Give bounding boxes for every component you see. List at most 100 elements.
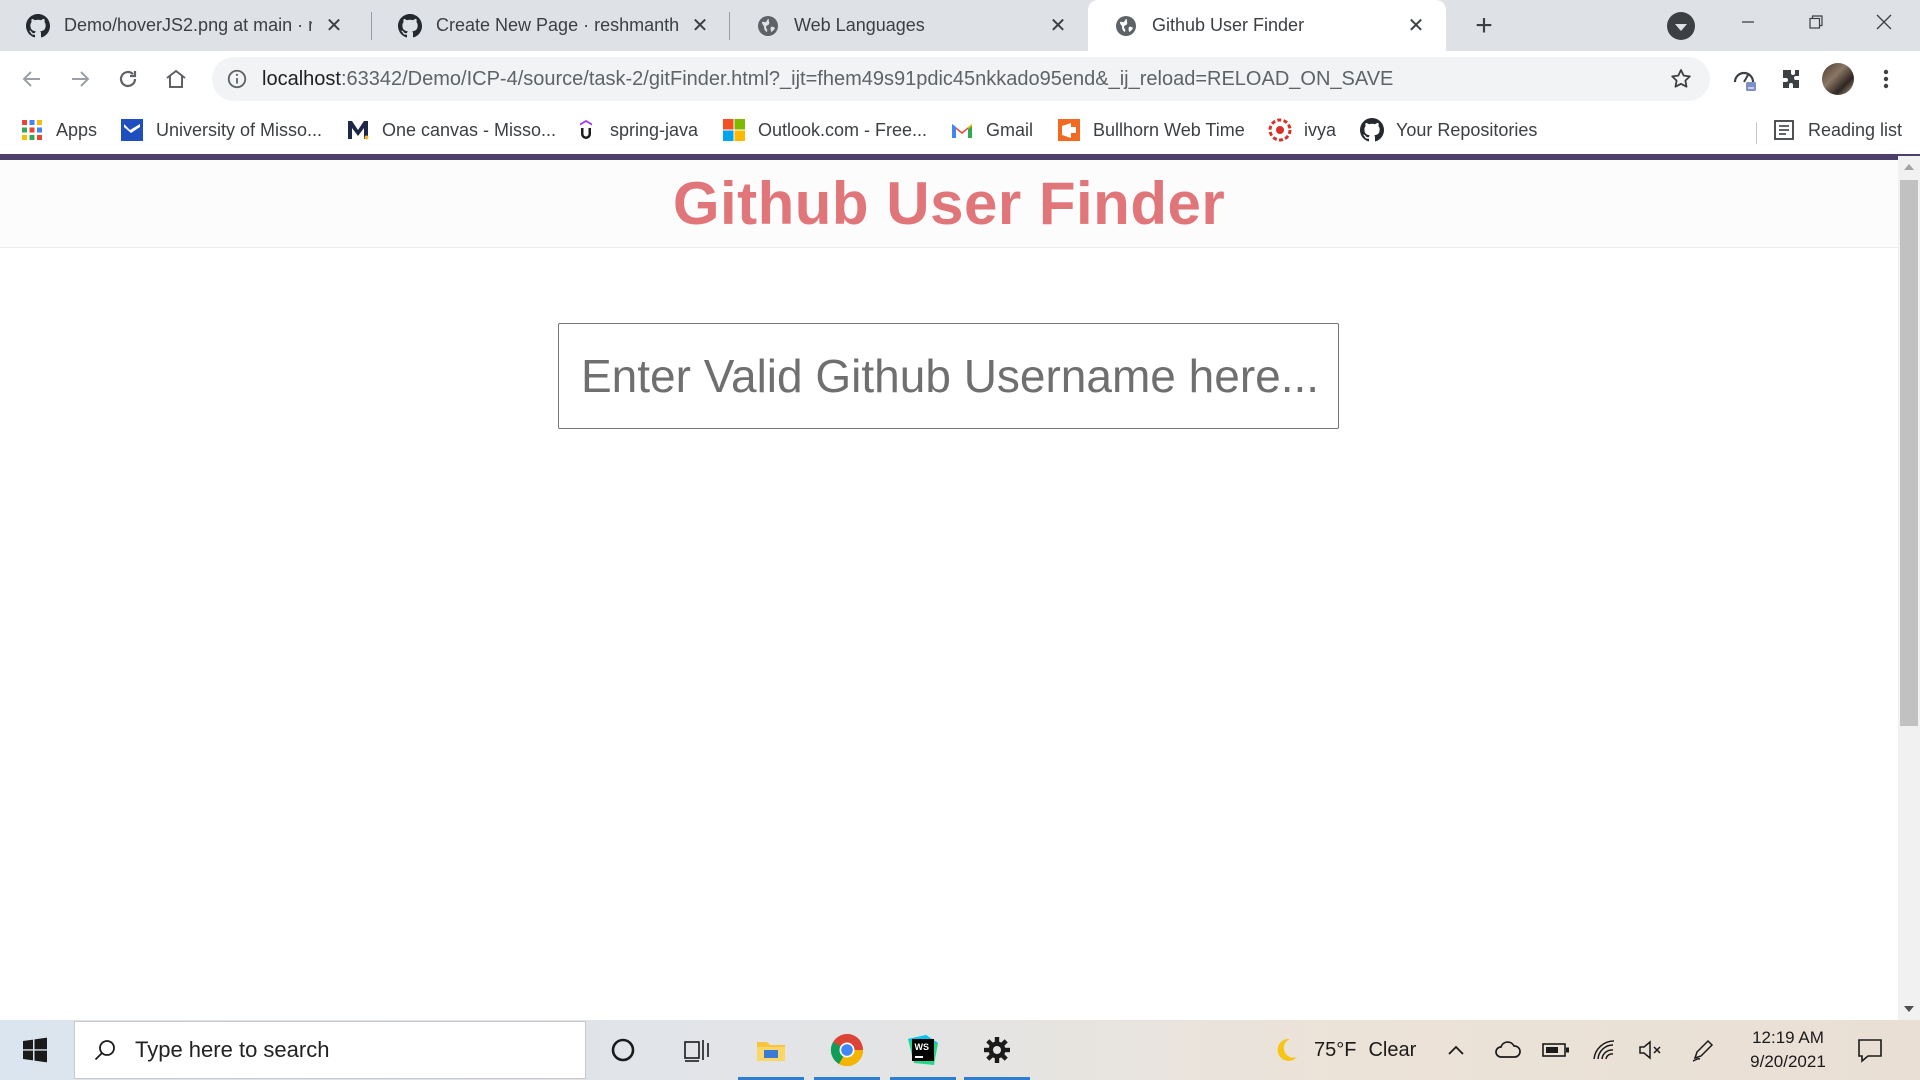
gauge-icon [1733, 71, 1756, 91]
arrow-left-icon [22, 71, 40, 87]
restore-button[interactable] [1782, 0, 1850, 44]
mizzou-icon [120, 118, 144, 142]
start-button[interactable] [0, 1020, 70, 1080]
folder-icon [757, 1042, 785, 1061]
pen-tray-icon[interactable] [1690, 1020, 1716, 1080]
windows-taskbar: Type here to search WS 75°F Clear 12:19 [0, 1020, 1920, 1080]
bookmark-outlook[interactable]: Outlook.com - Free... [722, 115, 927, 145]
extensions-button[interactable] [1771, 59, 1811, 99]
bullhorn-icon [1057, 118, 1081, 142]
tab-search-button[interactable] [1667, 12, 1695, 40]
url-host: localhost [262, 67, 341, 90]
settings-taskbar-button[interactable] [960, 1020, 1034, 1080]
taskbar-search-box[interactable]: Type here to search [74, 1021, 586, 1079]
volume-tray-icon[interactable] [1638, 1020, 1664, 1080]
bookmark-university-of-missouri[interactable]: University of Misso... [120, 115, 322, 145]
chrome-taskbar-button[interactable] [810, 1020, 884, 1080]
tab-github-user-finder[interactable]: Github User Finder ✕ [1088, 0, 1446, 51]
tab-web-languages[interactable]: Web Languages ✕ [730, 0, 1088, 51]
bookmark-ivya[interactable]: ivya [1268, 115, 1336, 145]
gear-icon [984, 1037, 1010, 1063]
globe-icon [1114, 14, 1138, 38]
bookmark-one-canvas[interactable]: One canvas - Misso... [346, 115, 556, 145]
pen-icon [1692, 1039, 1714, 1062]
show-hidden-icons-button[interactable] [1447, 1020, 1471, 1080]
battery-icon [1542, 1043, 1569, 1057]
reading-list-icon [1772, 118, 1796, 142]
home-button[interactable] [156, 59, 196, 99]
clock-time: 12:19 AM [1752, 1028, 1824, 1047]
cortana-button[interactable] [586, 1020, 660, 1080]
battery-tray-icon[interactable] [1542, 1020, 1570, 1080]
taskbar-clock[interactable]: 12:19 AM 9/20/2021 [1736, 1026, 1840, 1074]
bookmark-label: Outlook.com - Free... [758, 119, 928, 140]
username-search-input[interactable] [558, 323, 1339, 429]
restore-icon [1809, 15, 1823, 29]
info-icon[interactable] [226, 68, 248, 90]
notifications-button[interactable] [1856, 1020, 1886, 1080]
weather-widget[interactable]: 75°F Clear [1272, 1020, 1416, 1080]
github-icon [26, 13, 50, 38]
close-icon[interactable]: ✕ [1404, 14, 1428, 38]
bookmark-gmail[interactable]: Gmail [950, 115, 1033, 145]
notification-icon [1858, 1039, 1882, 1063]
address-bar[interactable]: localhost:63342/Demo/ICP-4/source/task-2… [212, 57, 1710, 101]
bookmark-your-repositories[interactable]: Your Repositories [1360, 115, 1537, 145]
scroll-thumb[interactable] [1900, 180, 1918, 726]
page-title: Github User Finder [672, 170, 1226, 237]
page-viewport: Github User Finder [0, 160, 1898, 1020]
webstorm-taskbar-button[interactable]: WS [886, 1020, 960, 1080]
task-view-icon [684, 1040, 709, 1062]
wifi-icon [1593, 1040, 1615, 1060]
wifi-tray-icon[interactable] [1592, 1020, 1618, 1080]
bookmark-label: Gmail [986, 119, 1034, 140]
close-icon [1876, 14, 1892, 30]
tab-strip: Demo/hoverJS2.png at main · res ✕ Create… [0, 0, 1920, 51]
tab-title: Demo/hoverJS2.png at main · res [64, 15, 312, 35]
tab-title: Web Languages [794, 15, 925, 35]
new-tab-button[interactable]: + [1466, 8, 1502, 44]
bookmark-label: Your Repositories [1396, 119, 1538, 140]
close-window-button[interactable] [1850, 0, 1918, 44]
avatar [1822, 63, 1854, 95]
performance-extension-button[interactable] [1724, 59, 1764, 99]
scroll-down-arrow-icon[interactable] [1904, 1006, 1914, 1012]
bookmark-apps[interactable]: Apps [20, 115, 97, 145]
tab-hoverjs2[interactable]: Demo/hoverJS2.png at main · res ✕ [0, 0, 364, 51]
onedrive-tray-icon[interactable] [1494, 1020, 1522, 1080]
browser-menu-button[interactable] [1866, 59, 1906, 99]
minimize-button[interactable] [1714, 0, 1782, 44]
tab-create-new-page[interactable]: Create New Page · reshmanth04 ✕ [372, 0, 730, 51]
globe-icon [756, 14, 780, 38]
moon-icon [1277, 1038, 1297, 1061]
bookmark-bullhorn[interactable]: Bullhorn Web Time [1057, 115, 1245, 145]
forward-button[interactable] [60, 59, 100, 99]
browser-toolbar: localhost:63342/Demo/ICP-4/source/task-2… [0, 51, 1920, 107]
page-scrollbar[interactable] [1898, 156, 1920, 1020]
close-icon[interactable]: ✕ [322, 14, 346, 38]
cortana-circle-icon [611, 1038, 635, 1062]
apps-grid-icon [20, 118, 44, 142]
tab-title: Create New Page · reshmanth04 [436, 15, 678, 35]
url-text[interactable]: localhost:63342/Demo/ICP-4/source/task-2… [262, 68, 1393, 91]
reading-list-label: Reading list [1808, 119, 1903, 140]
gmail-icon [950, 118, 974, 142]
close-icon[interactable]: ✕ [688, 14, 712, 38]
profile-button[interactable] [1818, 59, 1858, 99]
file-explorer-button[interactable] [734, 1020, 808, 1080]
back-button[interactable] [12, 59, 52, 99]
ivya-icon [1268, 118, 1292, 142]
tab-title: Github User Finder [1152, 15, 1305, 35]
bookmark-spring-java[interactable]: spring-java [574, 115, 698, 145]
task-view-button[interactable] [660, 1020, 734, 1080]
reload-button[interactable] [108, 59, 148, 99]
search-icon [94, 1040, 115, 1061]
microsoft-icon [722, 118, 746, 142]
close-icon[interactable]: ✕ [1046, 14, 1070, 38]
page-header: Github User Finder [0, 160, 1898, 248]
puzzle-icon [1783, 70, 1799, 88]
scroll-up-arrow-icon[interactable] [1904, 164, 1914, 170]
reading-list-button[interactable]: Reading list [1772, 115, 1902, 145]
minimize-icon [1742, 21, 1754, 23]
bookmark-star-button[interactable] [1668, 66, 1694, 92]
